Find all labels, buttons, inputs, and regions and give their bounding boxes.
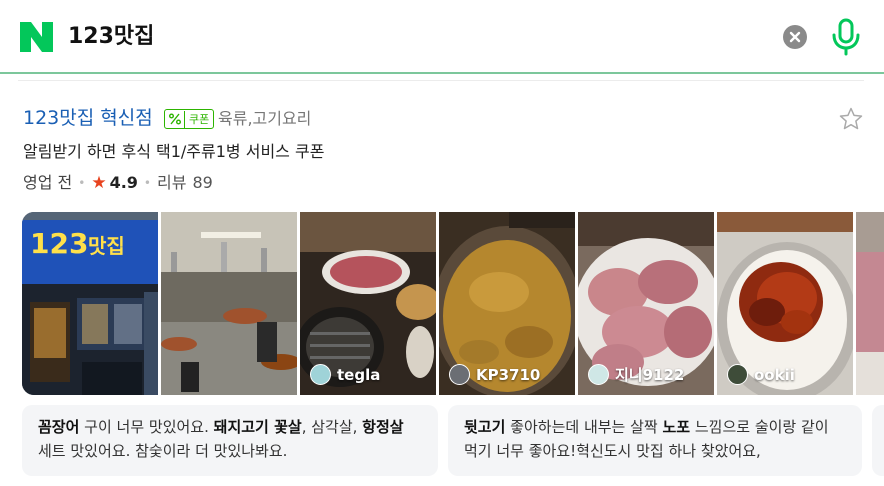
mic-icon[interactable]	[830, 18, 862, 56]
place-name-link[interactable]: 123맛집 혁신점	[23, 104, 153, 132]
review-text: 구이 너무 맛있어요.	[79, 418, 214, 436]
avatar	[588, 364, 609, 385]
business-status: 영업 전	[23, 173, 73, 192]
search-input[interactable]: 123맛집	[68, 22, 154, 52]
photo-glazed-meat[interactable]: ookii	[717, 212, 853, 395]
separator-dot: •	[143, 176, 151, 190]
coupon-badge: 쿠폰	[164, 109, 215, 129]
place-meta: 영업 전 • ★ 4.9 • 리뷰 89	[23, 171, 213, 195]
credit-name: KP3710	[476, 365, 541, 384]
rating-star-icon: ★	[91, 173, 107, 193]
photo-stew[interactable]: KP3710	[439, 212, 575, 395]
review-card-partial[interactable]	[872, 405, 884, 476]
avatar	[310, 364, 331, 385]
photo-storefront[interactable]: 123 맛집	[22, 212, 158, 395]
credit-name: ookii	[754, 365, 795, 384]
coupon-icon	[165, 110, 185, 128]
place-category: 육류,고기요리	[218, 109, 312, 128]
photo-partial[interactable]	[856, 212, 884, 395]
separator-dot: •	[78, 176, 86, 190]
clear-icon[interactable]	[783, 25, 807, 49]
review-keyword: 돼지고기 꽃살	[213, 418, 302, 436]
review-keyword: 항정살	[362, 418, 404, 436]
bookmark-star-icon[interactable]	[838, 106, 864, 132]
photo-credit: 지니9122	[588, 364, 684, 385]
review-label[interactable]: 리뷰	[157, 171, 186, 195]
photo-credit: ookii	[727, 364, 795, 385]
review-text: 세트 맛있어요. 참숯이라 더 맛있나봐요.	[38, 442, 288, 460]
photo-credit: KP3710	[449, 364, 540, 385]
coupon-label: 쿠폰	[189, 112, 210, 126]
review-keyword: 노포	[662, 418, 691, 436]
avatar	[449, 364, 470, 385]
sign-text: 맛집	[88, 234, 125, 258]
review-keyword: 꼼장어	[38, 418, 80, 436]
promo-text[interactable]: 알림받기 하면 후식 택1/주류1병 서비스 쿠폰	[23, 140, 324, 164]
photo-grill[interactable]: tegla	[300, 212, 436, 395]
avatar	[727, 364, 748, 385]
rating-value: 4.9	[109, 173, 138, 192]
credit-name: 지니9122	[615, 366, 685, 384]
review-text: 좋아하는데 내부는 살짝	[505, 418, 663, 436]
search-bar: 123맛집	[0, 0, 884, 74]
sign-number: 123	[30, 227, 89, 260]
photo-raw-meat[interactable]: 지니9122	[578, 212, 714, 395]
photo-interior[interactable]	[161, 212, 297, 395]
divider	[18, 80, 864, 81]
review-text: , 삼각살,	[301, 418, 363, 436]
photo-credit: tegla	[310, 364, 380, 385]
credit-name: tegla	[337, 365, 381, 384]
naver-logo-icon[interactable]	[20, 22, 53, 52]
photo-carousel[interactable]: 123 맛집 tegla KP3710 지니9122 ookii	[22, 212, 884, 395]
review-count[interactable]: 89	[192, 171, 212, 195]
review-keyword: 뒷고기	[464, 418, 506, 436]
review-card[interactable]: 꼼장어 구이 너무 맛있어요. 돼지고기 꽃살, 삼각살, 항정살 세트 맛있어…	[22, 405, 438, 476]
review-card[interactable]: 뒷고기 좋아하는데 내부는 살짝 노포 느낌으로 술이랑 같이 먹기 너무 좋아…	[448, 405, 862, 476]
